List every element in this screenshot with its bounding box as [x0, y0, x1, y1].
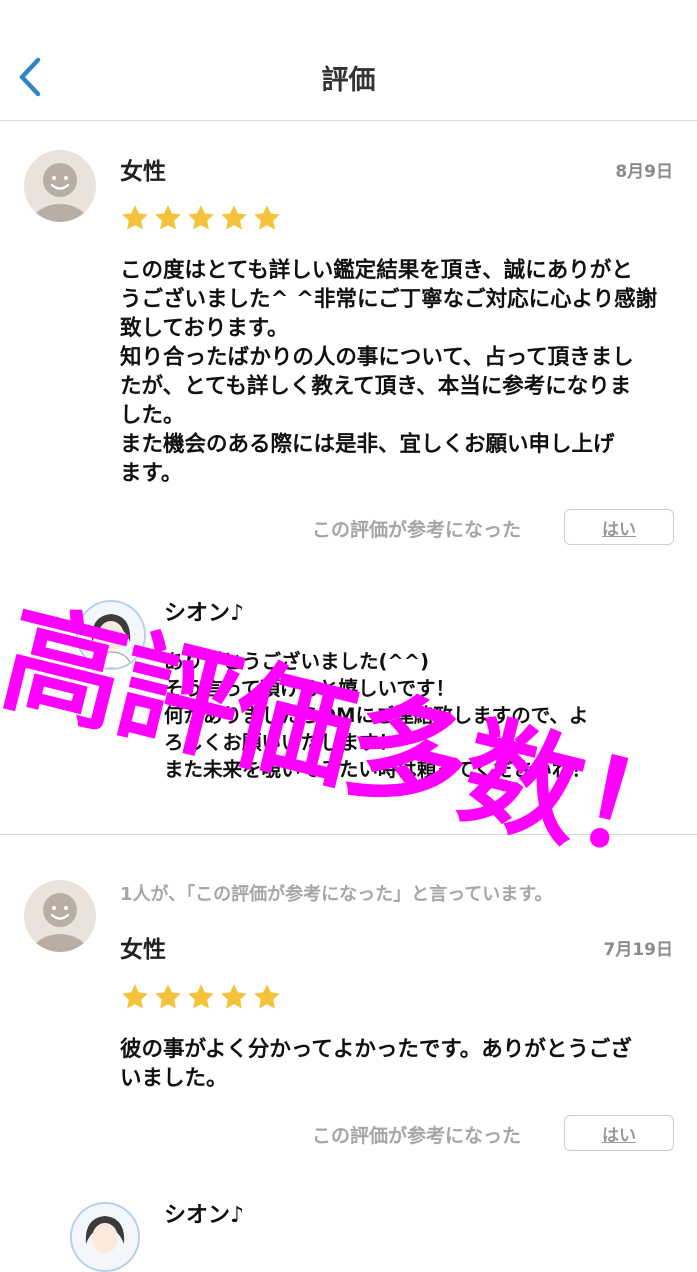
top-bar: 評価	[0, 0, 697, 121]
star-rating	[120, 203, 282, 235]
review-divider	[0, 834, 697, 835]
star-icon	[188, 205, 214, 230]
star-rating	[120, 982, 282, 1014]
review-text: この度はとても詳しい鑑定結果を頂き、誠にありがと うございました^ ^非常にご丁…	[120, 258, 658, 486]
helpful-label: この評価が参考になった	[312, 519, 522, 541]
helpful-count-text: 1人が、「この評価が参考になった」と言っています。	[120, 884, 553, 905]
reviewer-name: 女性	[120, 159, 166, 185]
star-icon	[254, 205, 280, 230]
helpful-yes-button[interactable]: はい	[564, 1115, 674, 1151]
reviewer-avatar	[24, 150, 96, 222]
responder-reply-text: ありがとうございました(^^) そう言って頂けると嬉しいです！ 何かありましたら…	[164, 650, 591, 781]
star-icon	[254, 984, 280, 1009]
responder-avatar	[70, 1202, 140, 1272]
reviewer-name: 女性	[120, 937, 166, 963]
star-icon	[221, 205, 247, 230]
page-title: 評価	[321, 65, 376, 96]
helpful-yes-button[interactable]: はい	[564, 509, 674, 545]
star-icon	[221, 984, 247, 1009]
star-icon	[155, 205, 181, 230]
star-icon	[188, 984, 214, 1009]
star-icon	[122, 205, 148, 230]
responder-avatar	[76, 600, 146, 670]
review-text: 彼の事がよく分かってよかったです。ありがとうござ いました。	[120, 1037, 632, 1091]
responder-name: シオン♪	[164, 1203, 245, 1228]
review-date: 8月9日	[615, 162, 673, 182]
review-date: 7月19日	[603, 940, 674, 960]
reviewer-avatar	[24, 880, 96, 952]
star-icon	[122, 984, 148, 1009]
star-icon	[155, 984, 181, 1009]
responder-name: シオン♪	[164, 601, 245, 626]
helpful-label: この評価が参考になった	[312, 1125, 522, 1147]
